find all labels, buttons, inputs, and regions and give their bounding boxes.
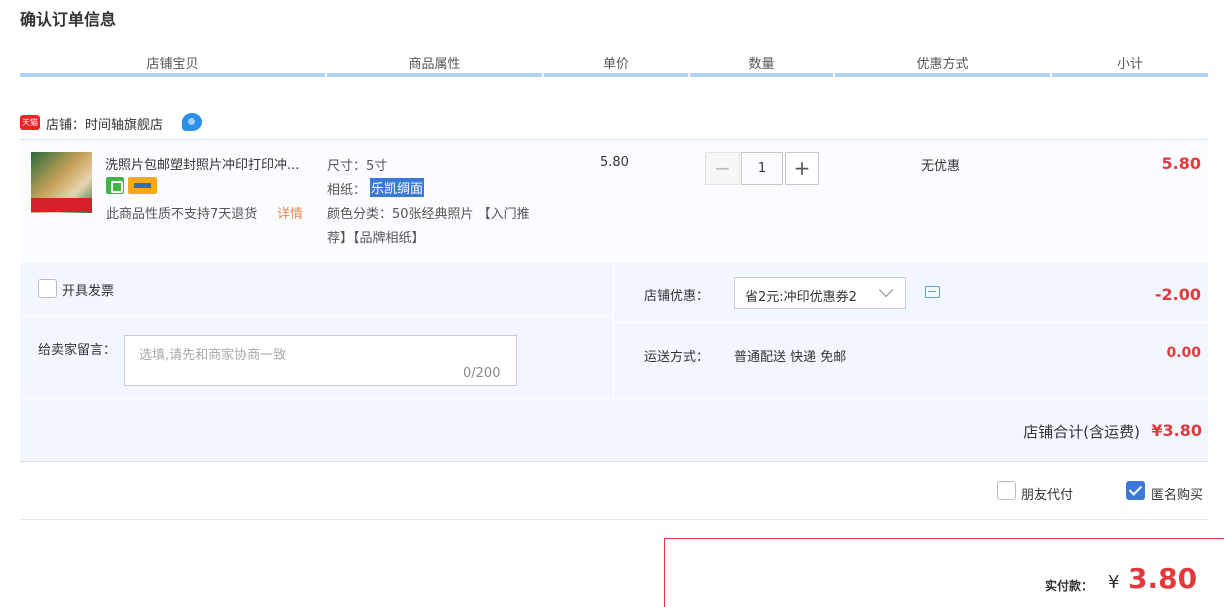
shipping-label: 运送方式：	[644, 350, 710, 365]
memo-label: 给卖家留言：	[38, 343, 117, 358]
divider	[20, 519, 1208, 520]
attr-paper-value: 乐凯绸面	[370, 178, 425, 197]
tmall-badge-icon: 天猫	[20, 115, 40, 130]
shop-total-value: ¥3.80	[1151, 421, 1202, 440]
column-header-item: 店铺宝贝	[146, 57, 199, 72]
quantity-increase-button[interactable]: +	[785, 152, 819, 185]
column-header-subtotal: 小计	[1116, 57, 1143, 72]
column-header-discount: 优惠方式	[916, 57, 969, 72]
column-header-quantity: 数量	[748, 57, 775, 72]
invoice-label[interactable]: 开具发票	[62, 280, 114, 299]
shipping-fee: 0.00	[1166, 345, 1201, 361]
invoice-checkbox[interactable]	[38, 279, 57, 298]
product-thumbnail-banner	[31, 198, 92, 212]
friend-pay-checkbox[interactable]	[997, 481, 1016, 500]
attr-color: 颜色分类：50张经典照片 【入门推荐】【品牌相纸】	[327, 207, 530, 246]
credit-card-badge-icon	[128, 177, 157, 194]
attr-size: 尺寸：5寸	[327, 159, 388, 174]
coupon-selected-value: 省2元:冲印优惠券2	[745, 290, 857, 305]
chat-seller-icon[interactable]	[182, 113, 202, 131]
page-title: 确认订单信息	[20, 10, 117, 29]
memo-char-count: 0/200	[463, 366, 501, 381]
shop-total-label: 店铺合计(含运费)	[1023, 423, 1140, 441]
header-bar	[835, 73, 1050, 77]
unit-price: 5.80	[600, 155, 629, 170]
quantity-input[interactable]: 1	[741, 152, 783, 185]
return-policy-detail-link[interactable]: 详情	[277, 203, 303, 222]
pay-currency-symbol: ¥	[1108, 572, 1120, 593]
header-bar	[1052, 73, 1208, 77]
message-icon[interactable]	[925, 286, 940, 298]
quantity-decrease-button[interactable]: −	[705, 152, 740, 185]
header-bar	[327, 73, 542, 77]
seller-memo-placeholder: 选填,请先和商家协商一致	[139, 348, 287, 363]
item-subtotal: 5.80	[1161, 154, 1201, 173]
shop-name[interactable]: 店铺：时间轴旗舰店	[46, 114, 163, 133]
divider	[20, 398, 1208, 399]
divider	[20, 316, 614, 317]
shop-discount-value: -2.00	[1154, 285, 1201, 304]
attr-paper-label: 相纸：	[327, 183, 367, 198]
divider	[614, 322, 1208, 323]
column-header-unit-price: 单价	[602, 57, 629, 72]
anonymous-purchase-checkbox[interactable]	[1126, 481, 1145, 500]
pay-amount-value: 3.80	[1128, 562, 1198, 595]
header-bar	[690, 73, 833, 77]
return-policy-note: 此商品性质不支持7天退货	[106, 207, 258, 222]
service-badge-icon	[106, 177, 124, 194]
shipping-method: 普通配送 快递 免邮	[734, 350, 847, 365]
header-bar	[20, 73, 325, 77]
discount-way: 无优惠	[921, 159, 961, 174]
column-header-attributes: 商品属性	[408, 57, 461, 72]
pay-amount-label: 实付款：	[1045, 579, 1094, 593]
divider	[613, 262, 614, 399]
header-bar	[544, 73, 688, 77]
friend-pay-label[interactable]: 朋友代付	[1021, 484, 1073, 503]
shop-discount-label: 店铺优惠：	[644, 289, 710, 304]
product-title-link[interactable]: 洗照片包邮塑封照片冲印打印冲...	[105, 154, 321, 173]
anonymous-purchase-label[interactable]: 匿名购买	[1151, 484, 1203, 503]
